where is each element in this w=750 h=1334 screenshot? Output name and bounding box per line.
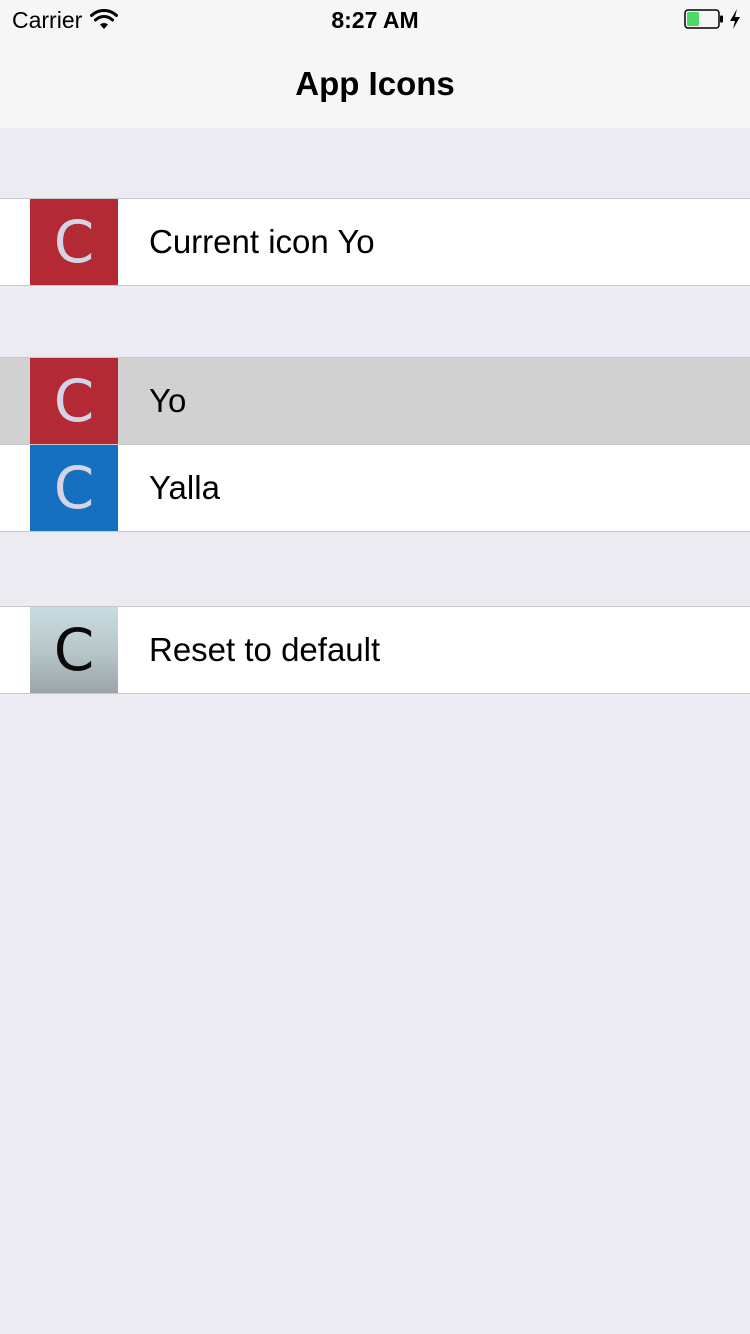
charging-bolt-icon [730,9,740,29]
icon-option-label: Yo [149,382,187,419]
icon-option-yalla[interactable]: C Yalla [0,444,750,531]
alternate-icons-section: C Yo C Yalla [0,357,750,532]
current-icon-row: C Current icon Yo [0,199,750,285]
status-time: 8:27 AM [331,7,419,33]
app-icon-letter: C [53,454,95,522]
yalla-app-icon: C [30,445,118,531]
current-icon-section: C Current icon Yo [0,198,750,286]
app-icon-letter: C [53,208,95,276]
icon-option-yo[interactable]: C Yo [0,358,750,444]
default-app-icon: C [30,607,118,693]
reset-to-default-row[interactable]: C Reset to default [0,607,750,693]
battery-icon [684,9,723,29]
current-app-icon: C [30,199,118,285]
app-icon-letter: C [53,367,95,435]
page-title: App Icons [295,65,455,102]
navigation-bar: App Icons [0,40,750,128]
app-icon-letter: C [53,616,95,684]
icon-option-label: Yalla [149,469,220,506]
reset-section: C Reset to default [0,606,750,694]
battery-level-fill [687,12,699,26]
battery-indicator [684,8,742,30]
status-bar: Carrier 8:27 AM [0,0,750,40]
reset-to-default-label: Reset to default [149,631,381,668]
current-icon-label: Current icon Yo [149,223,375,260]
yo-app-icon: C [30,358,118,444]
